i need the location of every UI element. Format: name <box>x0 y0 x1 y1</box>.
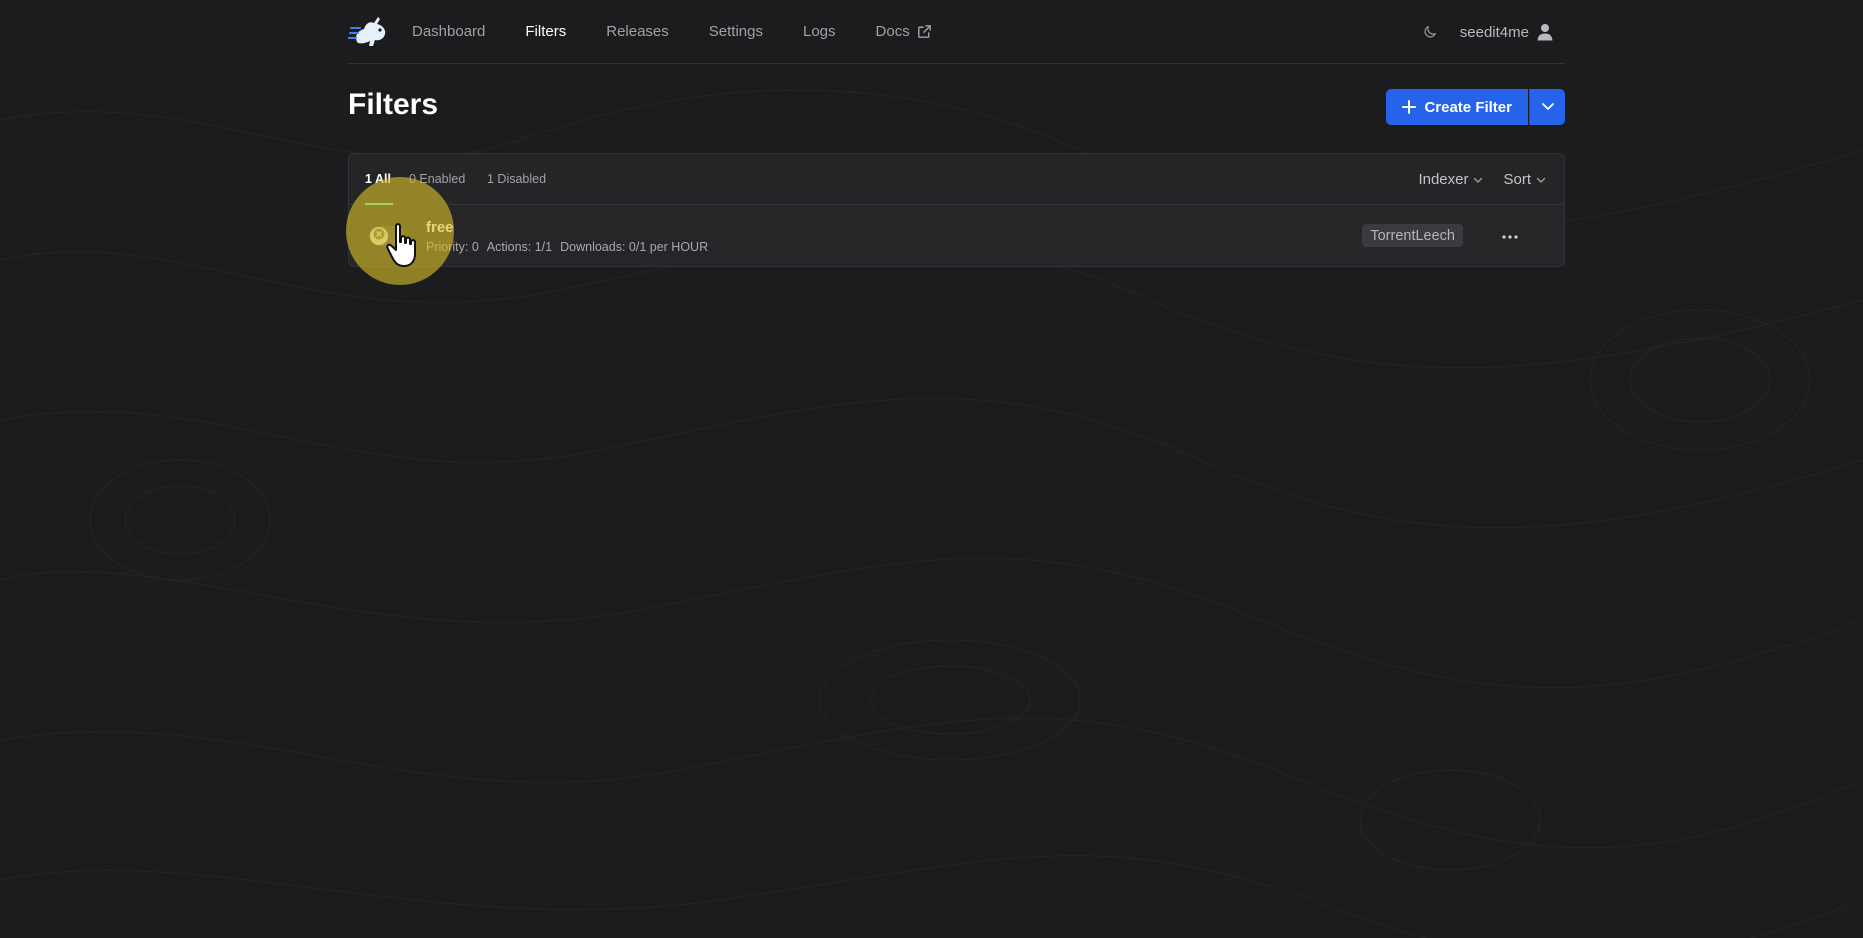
create-filter-label: Create Filter <box>1424 98 1512 116</box>
create-filter-button[interactable]: Create Filter <box>1386 89 1528 125</box>
filter-dropdowns: Indexer Sort <box>1418 171 1546 188</box>
filter-actions: Actions: 1/1 <box>486 240 553 254</box>
nav-releases[interactable]: Releases <box>606 23 669 40</box>
create-filter-options-button[interactable] <box>1529 89 1565 125</box>
autobrr-rabbit-logo[interactable] <box>348 12 392 52</box>
plus-icon <box>1402 100 1417 114</box>
user-icon[interactable] <box>1537 23 1553 41</box>
filters-panel-header: 1 All 0 Enabled 1 Disabled Indexer Sort <box>349 154 1564 205</box>
external-link-icon <box>916 23 933 40</box>
nav-docs[interactable]: Docs <box>876 23 933 40</box>
nav-docs-label: Docs <box>875 23 910 40</box>
indexer-dropdown[interactable]: Indexer <box>1418 171 1483 188</box>
create-filter-group: Create Filter <box>1386 89 1565 125</box>
filter-meta: Priority: 0 Actions: 1/1 Downloads: 0/1 … <box>426 240 708 254</box>
hand-pointer-icon <box>386 222 422 275</box>
page-header: Filters Create Filter <box>348 64 1565 150</box>
filter-row: free Priority: 0 Actions: 1/1 Downloads:… <box>349 205 1564 266</box>
nav-right: seedit4me <box>1422 0 1553 64</box>
sort-dropdown[interactable]: Sort <box>1503 171 1546 188</box>
nav-dashboard[interactable]: Dashboard <box>412 23 485 40</box>
nav-settings[interactable]: Settings <box>709 23 763 40</box>
tab-disabled[interactable]: 1 Disabled <box>487 172 546 186</box>
chevron-down-icon <box>1536 175 1546 185</box>
chevron-down-icon <box>1473 175 1483 185</box>
page: Dashboard Filters Releases Settings Logs… <box>348 0 1565 938</box>
moon-icon[interactable] <box>1422 24 1438 40</box>
nav-filters[interactable]: Filters <box>525 23 566 40</box>
ellipsis-icon <box>1502 226 1518 244</box>
filter-downloads: Downloads: 0/1 per HOUR <box>560 240 709 254</box>
indexer-badge: TorrentLeech <box>1362 224 1463 247</box>
more-options-button[interactable] <box>1498 225 1522 245</box>
filters-panel: 1 All 0 Enabled 1 Disabled Indexer Sort <box>348 153 1565 267</box>
username[interactable]: seedit4me <box>1460 24 1529 41</box>
chevron-down-icon <box>1541 99 1555 116</box>
page-title: Filters <box>348 88 439 121</box>
sort-dropdown-label: Sort <box>1503 171 1531 188</box>
nav-logs[interactable]: Logs <box>803 23 836 40</box>
top-navigation: Dashboard Filters Releases Settings Logs… <box>348 0 1565 64</box>
indexer-dropdown-label: Indexer <box>1418 171 1469 188</box>
